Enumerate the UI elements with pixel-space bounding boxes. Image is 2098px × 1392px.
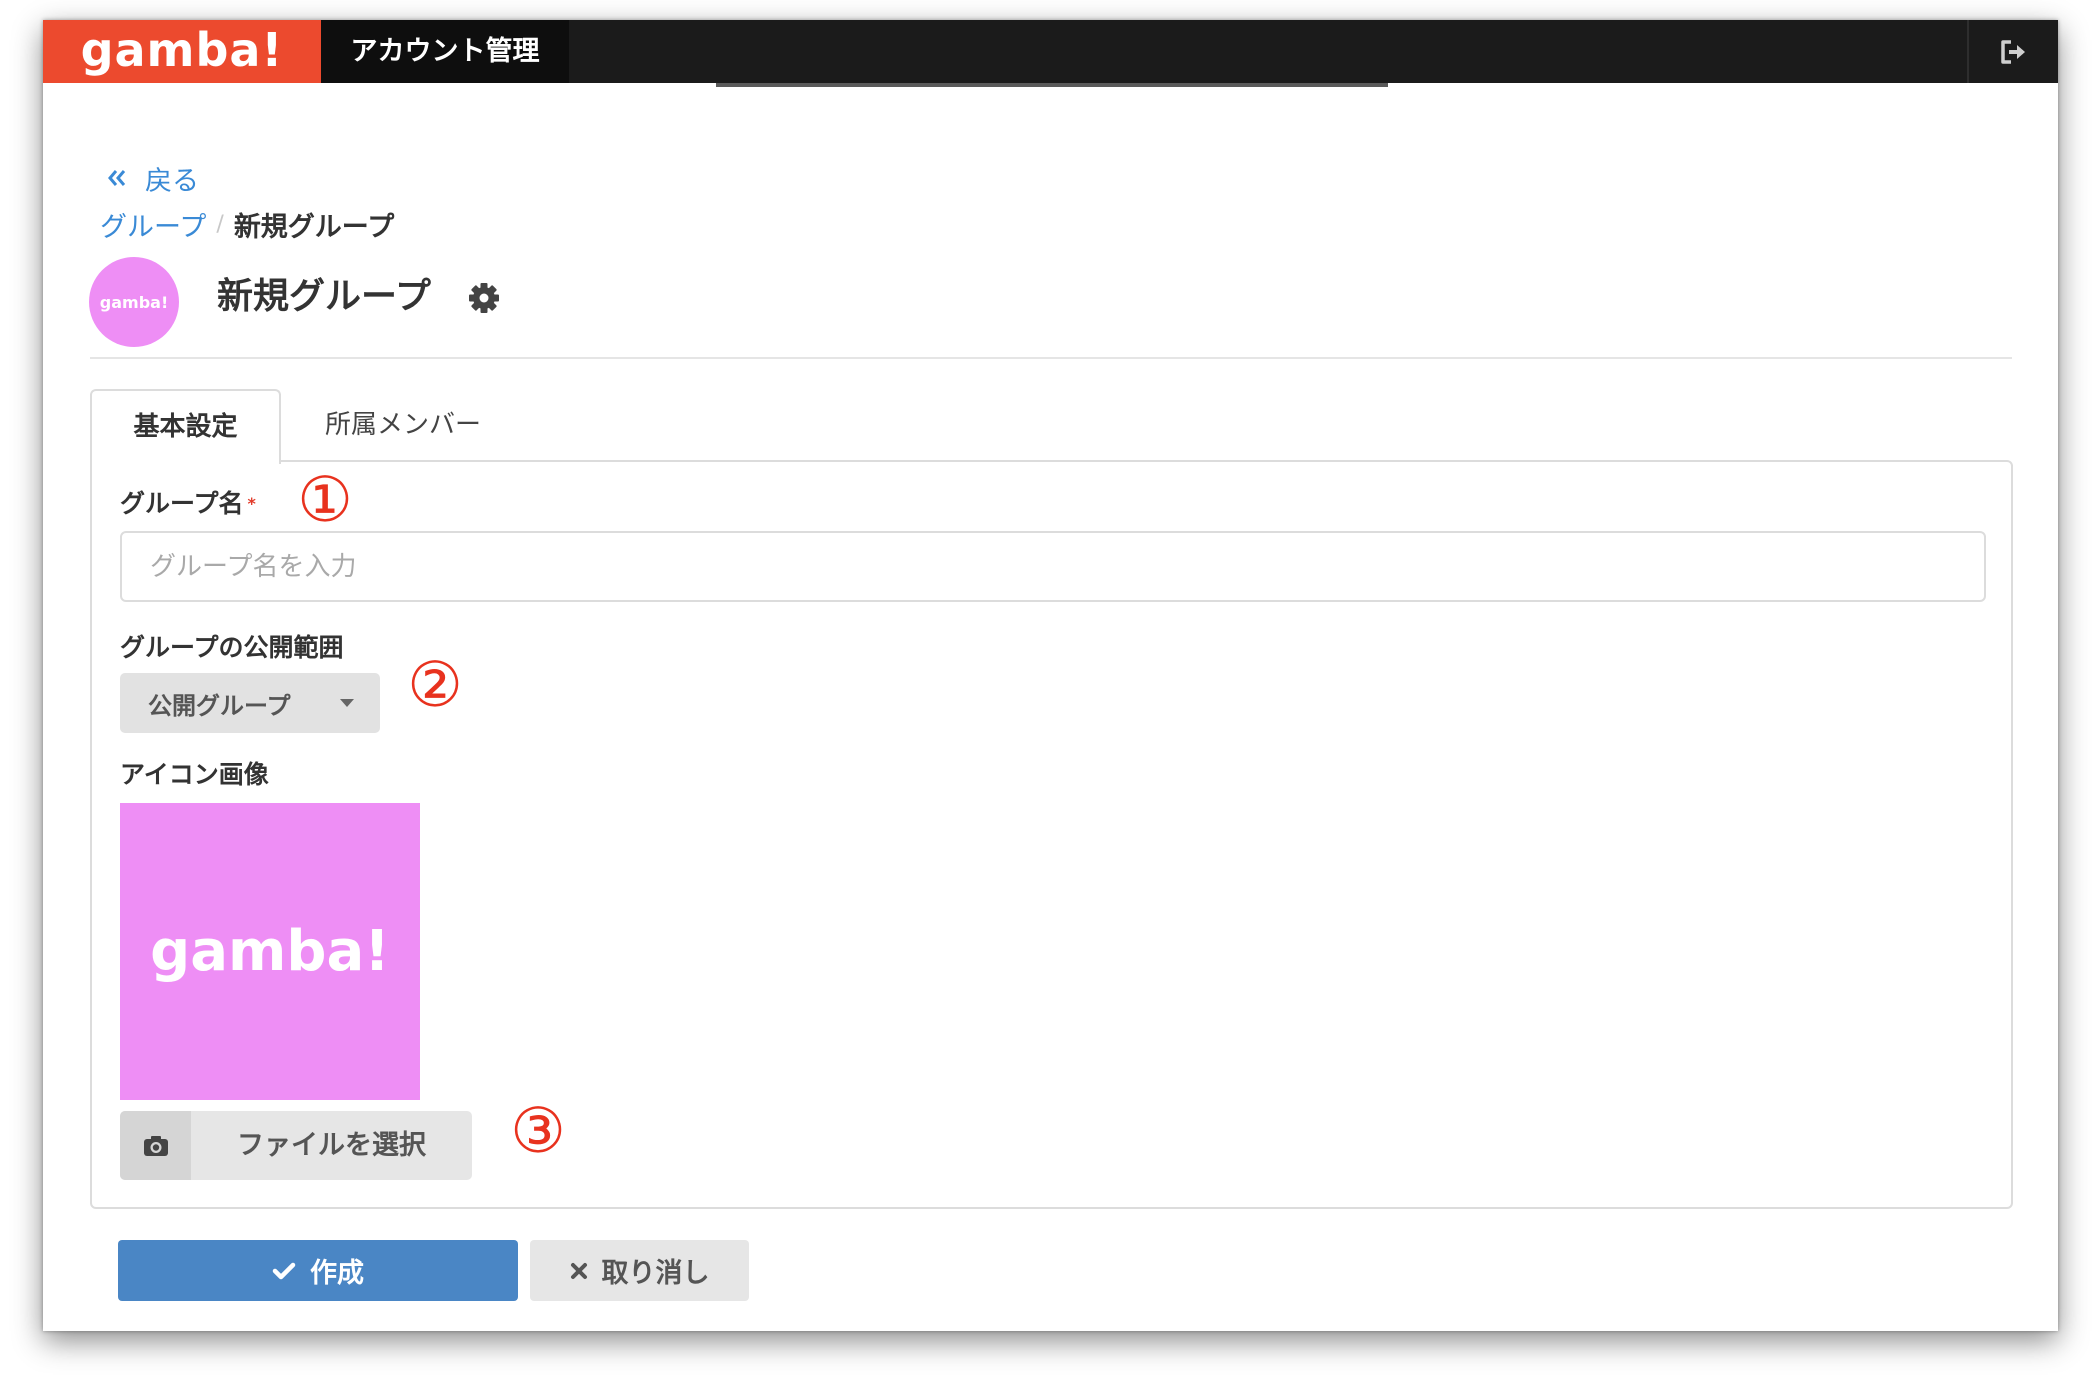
breadcrumb: グループ / 新規グループ [100, 205, 395, 244]
breadcrumb-separator: / [216, 211, 224, 237]
tab-members[interactable]: 所属メンバー [325, 389, 481, 462]
breadcrumb-item-current: 新規グループ [233, 211, 395, 243]
app-window: gamba! アカウント管理 戻る グループ / 新規グループ gamba! 新… [43, 20, 2058, 1331]
breadcrumb-item-groups[interactable]: グループ [100, 205, 206, 244]
header-divider [90, 357, 2012, 359]
check-icon [272, 1262, 296, 1279]
sign-out-icon [2000, 39, 2025, 64]
annotation-step-2: ② [407, 648, 463, 721]
double-chevron-left-icon [108, 170, 126, 186]
tab-label: 基本設定 [133, 412, 238, 442]
group-avatar: gamba! [89, 257, 179, 347]
gear-icon[interactable] [468, 282, 500, 314]
brand-logo-text: gamba! [80, 23, 284, 77]
header-underline [716, 83, 1388, 87]
nav-item-label: アカウント管理 [350, 36, 540, 67]
group-name-label-text: グループ名 [120, 489, 244, 518]
annotation-step-1: ① [297, 463, 353, 536]
nav-item-account-management[interactable]: アカウント管理 [321, 20, 569, 83]
icon-image-preview: gamba! [120, 803, 420, 1100]
visibility-select[interactable]: 公開グループ [120, 673, 380, 733]
back-link-label: 戻る [145, 165, 199, 197]
group-name-label: グループ名 * [120, 487, 256, 521]
group-name-input[interactable] [120, 531, 1986, 602]
camera-icon [143, 1135, 168, 1156]
group-avatar-text: gamba! [99, 292, 169, 312]
visibility-label: グループの公開範囲 [120, 633, 344, 662]
back-link[interactable]: 戻る [107, 160, 199, 197]
create-button-label: 作成 [310, 1258, 364, 1289]
brand-logo[interactable]: gamba! [43, 20, 321, 83]
cancel-button[interactable]: 取り消し [530, 1240, 749, 1301]
logout-button[interactable] [1969, 20, 2058, 83]
annotation-step-3: ③ [510, 1094, 566, 1167]
icon-image-preview-text: gamba! [150, 919, 390, 984]
create-button[interactable]: 作成 [118, 1240, 518, 1301]
visibility-selected-value: 公開グループ [148, 691, 291, 720]
choose-file-label: ファイルを選択 [237, 1130, 426, 1161]
page-title: 新規グループ [217, 276, 431, 317]
close-icon [570, 1262, 587, 1279]
tab-label: 所属メンバー [325, 410, 482, 440]
top-nav-bar: gamba! アカウント管理 [43, 20, 2058, 83]
required-mark: * [247, 494, 256, 513]
camera-icon-box [120, 1111, 191, 1180]
tab-basic-settings[interactable]: 基本設定 [90, 389, 281, 464]
choose-file-button[interactable]: ファイルを選択 [120, 1111, 472, 1180]
icon-image-label: アイコン画像 [120, 760, 269, 789]
cancel-button-label: 取り消し [601, 1258, 710, 1289]
caret-down-icon [340, 699, 354, 707]
